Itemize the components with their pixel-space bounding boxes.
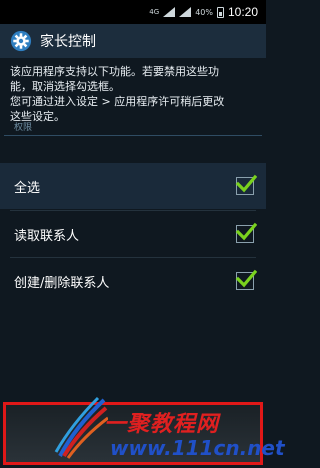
section-header-permissions: 权限 bbox=[14, 123, 33, 133]
permission-row-read-contacts[interactable]: 读取联系人 bbox=[0, 211, 266, 257]
network-type: 4G bbox=[149, 7, 160, 16]
intro-line: 该应用程序支持以下功能。若要禁用这些功 bbox=[10, 65, 219, 78]
check-icon bbox=[235, 269, 257, 288]
status-icons: 4G 40% 10:20 bbox=[149, 0, 258, 24]
check-icon bbox=[235, 174, 257, 193]
battery-icon bbox=[216, 6, 224, 18]
watermark-url: www.111cn.net bbox=[110, 436, 285, 460]
intro-line: 这些设定。 bbox=[10, 110, 65, 123]
permission-label: 创建/删除联系人 bbox=[14, 275, 110, 291]
intro-line: 能，取消选择勾选框。 bbox=[10, 80, 120, 93]
section-divider bbox=[4, 135, 262, 136]
signal-strength-icon bbox=[163, 7, 176, 17]
intro-text: 该应用程序支持以下功能。若要禁用这些功 能，取消选择勾选框。 您可通过进入设定 … bbox=[10, 64, 260, 124]
signal-strength-icon-2 bbox=[179, 7, 192, 17]
status-bar: 4G 40% 10:20 bbox=[0, 0, 266, 24]
checkbox[interactable] bbox=[235, 222, 257, 243]
permission-label: 全选 bbox=[14, 180, 41, 196]
watermark-text: 一聚教程网 bbox=[104, 411, 220, 437]
intro-line: 您可通过进入设定 > 应用程序许可稍后更改 bbox=[10, 95, 225, 108]
action-bar: 家长控制 bbox=[0, 24, 266, 58]
checkbox[interactable] bbox=[235, 174, 257, 195]
gear-icon[interactable] bbox=[10, 30, 32, 52]
permission-row-select-all[interactable]: 全选 bbox=[0, 163, 266, 209]
checkbox[interactable] bbox=[235, 269, 257, 290]
page-title: 家长控制 bbox=[40, 34, 96, 50]
check-icon bbox=[235, 222, 257, 241]
battery-percent: 40% bbox=[195, 7, 213, 17]
permission-label: 读取联系人 bbox=[14, 228, 80, 244]
permission-row-edit-contacts[interactable]: 创建/删除联系人 bbox=[0, 258, 266, 304]
watermark-logo-icon bbox=[54, 396, 108, 459]
clock: 10:20 bbox=[227, 5, 258, 19]
